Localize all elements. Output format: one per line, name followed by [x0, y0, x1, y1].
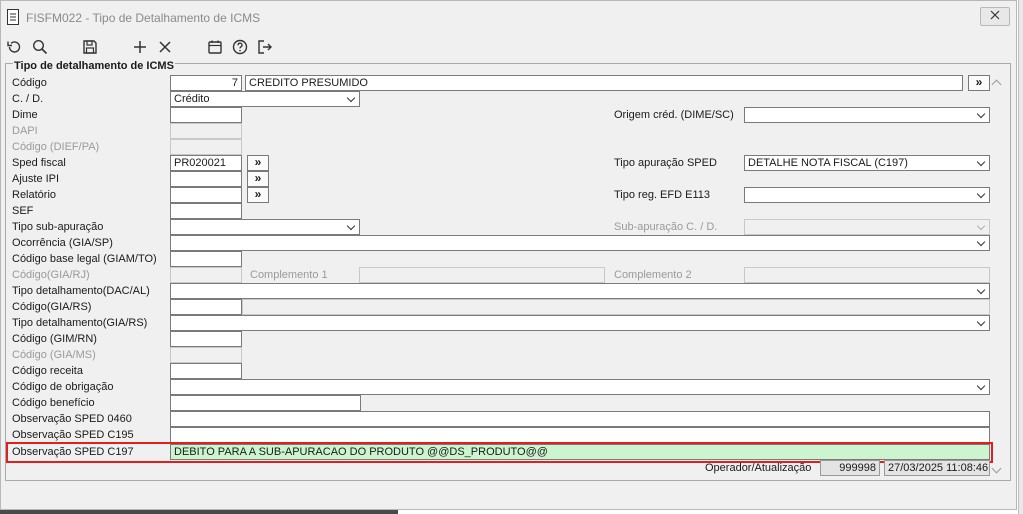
- help-button[interactable]: [230, 37, 250, 57]
- search-button[interactable]: [30, 37, 50, 57]
- relatorio-input[interactable]: [170, 187, 242, 203]
- codigo-gia-ms-label: Código (GIA/MS): [12, 349, 96, 361]
- ajuste-ipi-label: Ajuste IPI: [12, 173, 60, 185]
- tipo-det-dac-label: Tipo detalhamento(DAC/AL): [12, 285, 150, 297]
- panel-title: Tipo de detalhamento de ICMS: [13, 60, 175, 72]
- dime-label: Dime: [12, 109, 38, 121]
- operador-input: 999998: [820, 460, 880, 476]
- codigo-gia-rj-label: Código(GIA/RJ): [12, 269, 90, 281]
- sped-fiscal-lookup-button[interactable]: »: [247, 155, 269, 171]
- codigo-dief-input: [170, 139, 242, 155]
- tipo-sub-apuracao-label: Tipo sub-apuração: [12, 221, 104, 233]
- add-icon: [134, 41, 146, 53]
- relatorio-label: Relatório: [12, 189, 57, 201]
- background-window-edge: [1018, 0, 1023, 514]
- codigo-obrigacao-select[interactable]: [170, 379, 990, 395]
- cd-label: C. / D.: [12, 93, 44, 105]
- codigo-gia-rs-label: Código(GIA/RS): [12, 301, 92, 313]
- undo-icon: [7, 41, 21, 53]
- sef-label: SEF: [12, 205, 34, 217]
- add-button[interactable]: [130, 37, 150, 57]
- delete-button[interactable]: [155, 37, 175, 57]
- complemento2-input: [744, 267, 990, 283]
- descricao-input[interactable]: CREDITO PRESUMIDO: [245, 75, 963, 91]
- exit-button[interactable]: [255, 37, 275, 57]
- dime-input[interactable]: [170, 107, 242, 123]
- ocorrencia-select[interactable]: [170, 235, 990, 251]
- codigo-gim-rn-label: Código (GIM/RN): [12, 333, 97, 345]
- complemento1-input: [359, 267, 605, 283]
- codigo-obrigacao-label: Código de obrigação: [12, 381, 114, 393]
- tipo-apuracao-sped-label: Tipo apuração SPED: [614, 157, 717, 169]
- codigo-base-legal-input[interactable]: [170, 251, 242, 267]
- sub-apuracao-cd-select: [744, 219, 990, 235]
- origem-cred-select[interactable]: [744, 107, 990, 123]
- help-icon: [232, 39, 248, 55]
- ajuste-ipi-lookup-button[interactable]: »: [247, 171, 269, 187]
- undo-button[interactable]: [4, 37, 24, 57]
- cd-select[interactable]: Crédito: [170, 91, 360, 107]
- calendar-icon: [208, 40, 222, 54]
- obs-0460-input[interactable]: [170, 411, 990, 427]
- document-icon: [7, 9, 19, 25]
- relatorio-lookup-button[interactable]: »: [247, 187, 269, 203]
- ajuste-ipi-input[interactable]: [170, 171, 242, 187]
- delete-icon: [159, 41, 171, 53]
- codigo-gia-rs-input[interactable]: [170, 299, 242, 315]
- obs-c195-input[interactable]: [170, 427, 990, 443]
- tipo-det-dac-select[interactable]: [170, 283, 990, 299]
- atualizacao-input: 27/03/2025 11:08:46: [884, 460, 990, 476]
- complemento1-label: Complemento 1: [250, 269, 328, 281]
- codigo-input[interactable]: 7: [170, 75, 242, 91]
- codigo-gia-rj-input: [170, 267, 242, 283]
- codigo-base-legal-label: Código base legal (GIAM/TO): [12, 253, 157, 265]
- operador-label: Operador/Atualização: [705, 462, 812, 474]
- codigo-gia-ms-input: [170, 347, 242, 363]
- obs-c195-label: Observação SPED C195: [12, 429, 134, 441]
- close-button[interactable]: [980, 7, 1010, 26]
- codigo-beneficio-label: Código benefício: [12, 397, 95, 409]
- title-bar: FISFM022 - Tipo de Detalhamento de ICMS: [1, 1, 1016, 35]
- tipo-reg-efd-label: Tipo reg. EFD E113: [614, 189, 710, 201]
- tipo-apuracao-sped-select[interactable]: DETALHE NOTA FISCAL (C197): [744, 155, 990, 171]
- ocorrencia-label: Ocorrência (GIA/SP): [12, 237, 113, 249]
- taskbar-strip: [0, 510, 398, 514]
- dapi-label: DAPI: [12, 125, 38, 137]
- tipo-reg-efd-select[interactable]: [744, 187, 990, 203]
- tipo-det-gia-rs-select[interactable]: [170, 315, 990, 331]
- save-icon: [83, 40, 97, 54]
- calendar-button[interactable]: [205, 37, 225, 57]
- sped-fiscal-input[interactable]: PR020021: [170, 155, 242, 171]
- sped-fiscal-label: Sped fiscal: [12, 157, 66, 169]
- codigo-label: Código: [12, 77, 47, 89]
- sef-input[interactable]: [170, 203, 242, 219]
- obs-0460-label: Observação SPED 0460: [12, 413, 132, 425]
- tipo-det-gia-rs-label: Tipo detalhamento(GIA/RS): [12, 317, 148, 329]
- dapi-input: [170, 123, 242, 139]
- tipo-sub-apuracao-select[interactable]: [170, 219, 360, 235]
- close-icon: [990, 10, 1000, 23]
- codigo-gim-rn-input[interactable]: [170, 331, 242, 347]
- save-button[interactable]: [80, 37, 100, 57]
- window-title: FISFM022 - Tipo de Detalhamento de ICMS: [26, 11, 261, 25]
- codigo-gia-rs-desc: [242, 299, 990, 315]
- codigo-receita-label: Código receita: [12, 365, 83, 377]
- codigo-dief-label: Código (DIEF/PA): [12, 141, 100, 153]
- codigo-lookup-button[interactable]: »: [968, 75, 990, 91]
- codigo-beneficio-input[interactable]: [170, 395, 361, 411]
- main-window: FISFM022 - Tipo de Detalhamento de ICMS: [0, 0, 1017, 510]
- toolbar: [1, 35, 1016, 59]
- codigo-receita-input[interactable]: [170, 363, 242, 379]
- search-icon: [32, 39, 48, 55]
- origem-cred-label: Origem créd. (DIME/SC): [614, 109, 734, 121]
- exit-icon: [258, 40, 272, 54]
- sub-apuracao-cd-label: Sub-apuração C. / D.: [614, 221, 718, 233]
- complemento2-label: Complemento 2: [614, 269, 692, 281]
